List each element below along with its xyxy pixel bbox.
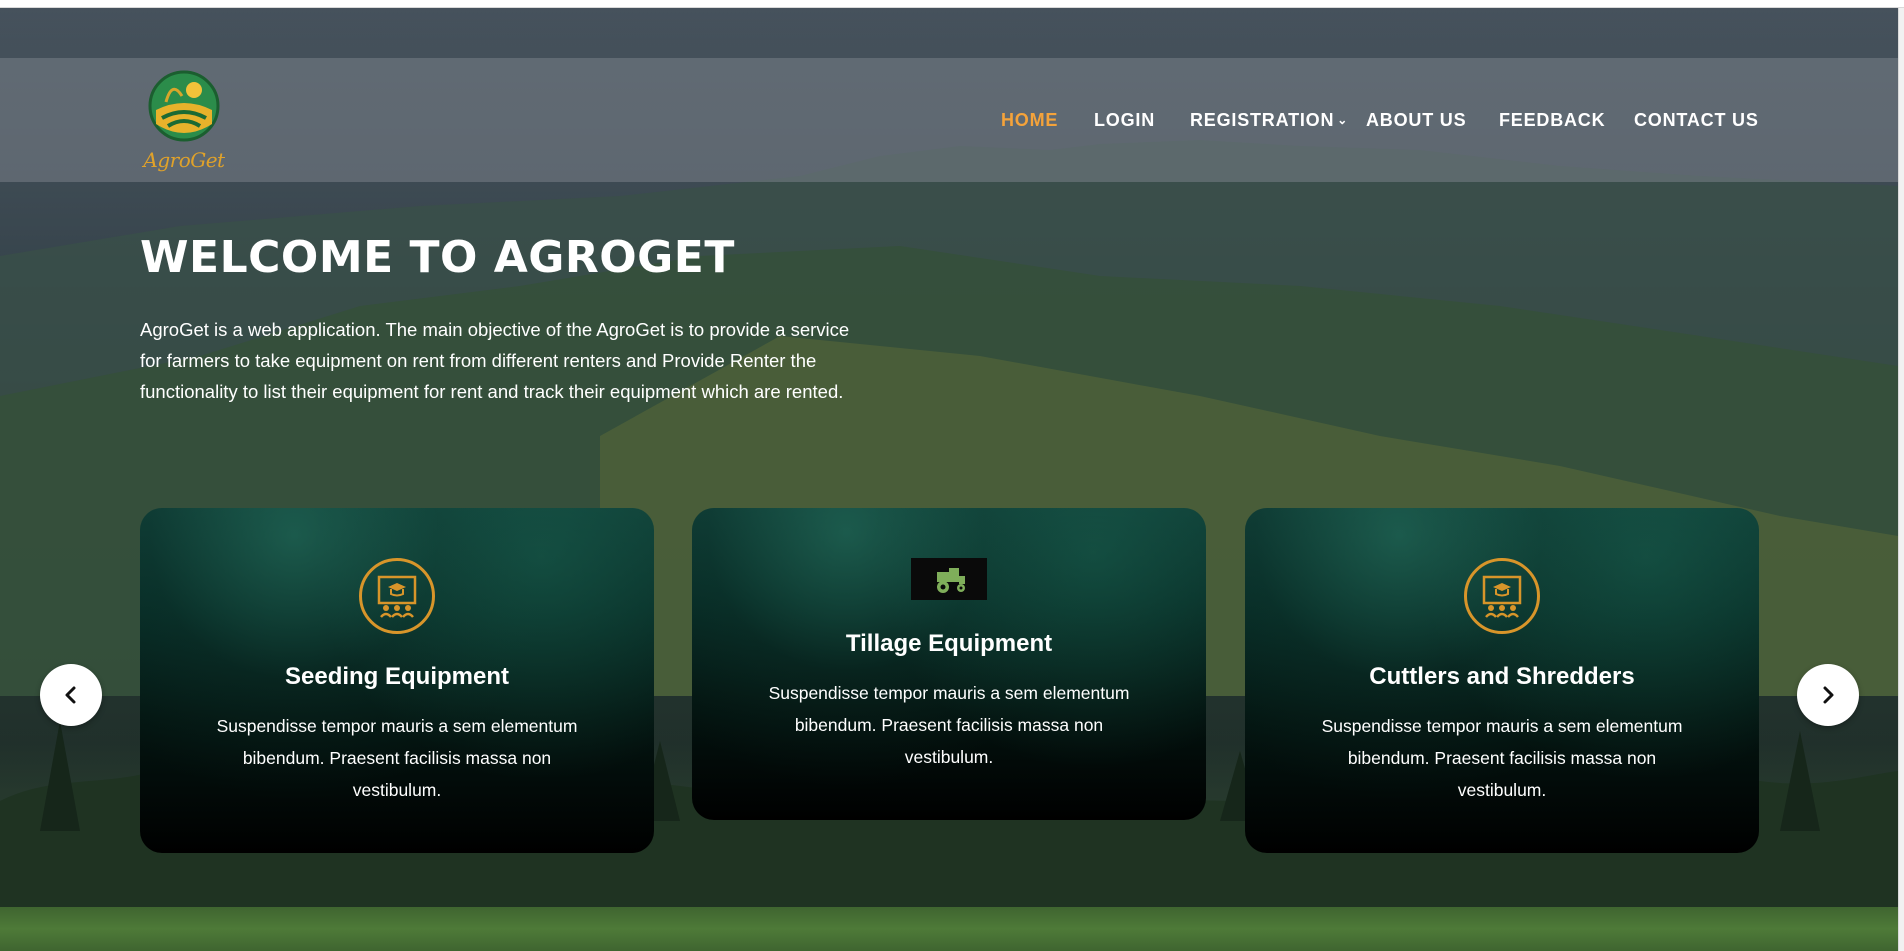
nav-about-us-label: ABOUT US	[1366, 110, 1467, 130]
tractor-icon	[911, 558, 987, 600]
rice-field	[0, 907, 1898, 951]
logo-text: AgroGet	[143, 148, 225, 172]
nav-registration[interactable]: REGISTRATION ⌄	[1190, 110, 1348, 134]
card-description: Suspendisse tempor mauris a sem elementu…	[768, 683, 1130, 767]
intro-text: AgroGet is a web application. The main o…	[140, 319, 850, 402]
agroget-logo[interactable]: AgroGet	[142, 66, 226, 176]
nav-feedback[interactable]: FEEDBACK	[1499, 110, 1605, 134]
nav-home-label: HOME	[1001, 110, 1059, 130]
site-header: AgroGet HOME LOGIN REGISTRATION ⌄ ABOUT U…	[0, 58, 1898, 182]
card-title: Cuttlers and Shredders	[1369, 663, 1635, 690]
chevron-down-icon: ⌄	[1337, 113, 1349, 127]
nav-contact-us-label: CONTACT US	[1634, 110, 1759, 130]
chevron-left-icon	[65, 686, 76, 704]
nav-login-label: LOGIN	[1094, 110, 1155, 130]
card-description: Suspendisse tempor mauris a sem elementu…	[216, 716, 578, 800]
scrollbar[interactable]	[1898, 8, 1904, 951]
chevron-right-icon	[1823, 686, 1834, 704]
card-title: Tillage Equipment	[845, 630, 1053, 657]
carousel-prev-button[interactable]	[40, 664, 102, 726]
nav-login[interactable]: LOGIN	[1094, 110, 1155, 134]
farm-emblem-icon	[148, 70, 220, 142]
training-board-icon	[1464, 558, 1540, 634]
card-title: Seeding Equipment	[284, 663, 509, 690]
card-description: Suspendisse tempor mauris a sem elementu…	[1321, 716, 1683, 800]
service-card-tillage[interactable]: Tillage Equipment Suspendisse tempor mau…	[692, 508, 1206, 820]
service-card-cutters[interactable]: Cuttlers and Shredders Suspendisse tempo…	[1245, 508, 1759, 853]
nav-contact-us[interactable]: CONTACT US	[1634, 110, 1759, 134]
nav-feedback-label: FEEDBACK	[1499, 110, 1606, 130]
service-card-seeding[interactable]: Seeding Equipment Suspendisse tempor mau…	[140, 508, 654, 853]
nav-about-us[interactable]: ABOUT US	[1366, 110, 1466, 134]
nav-home[interactable]: HOME	[1001, 110, 1058, 134]
page-title: WELCOME TO AGROGET	[140, 232, 735, 283]
nav-registration-label: REGISTRATION	[1190, 110, 1335, 130]
training-board-icon	[359, 558, 435, 634]
browser-top-strip	[0, 0, 1904, 8]
carousel-next-button[interactable]	[1797, 664, 1859, 726]
